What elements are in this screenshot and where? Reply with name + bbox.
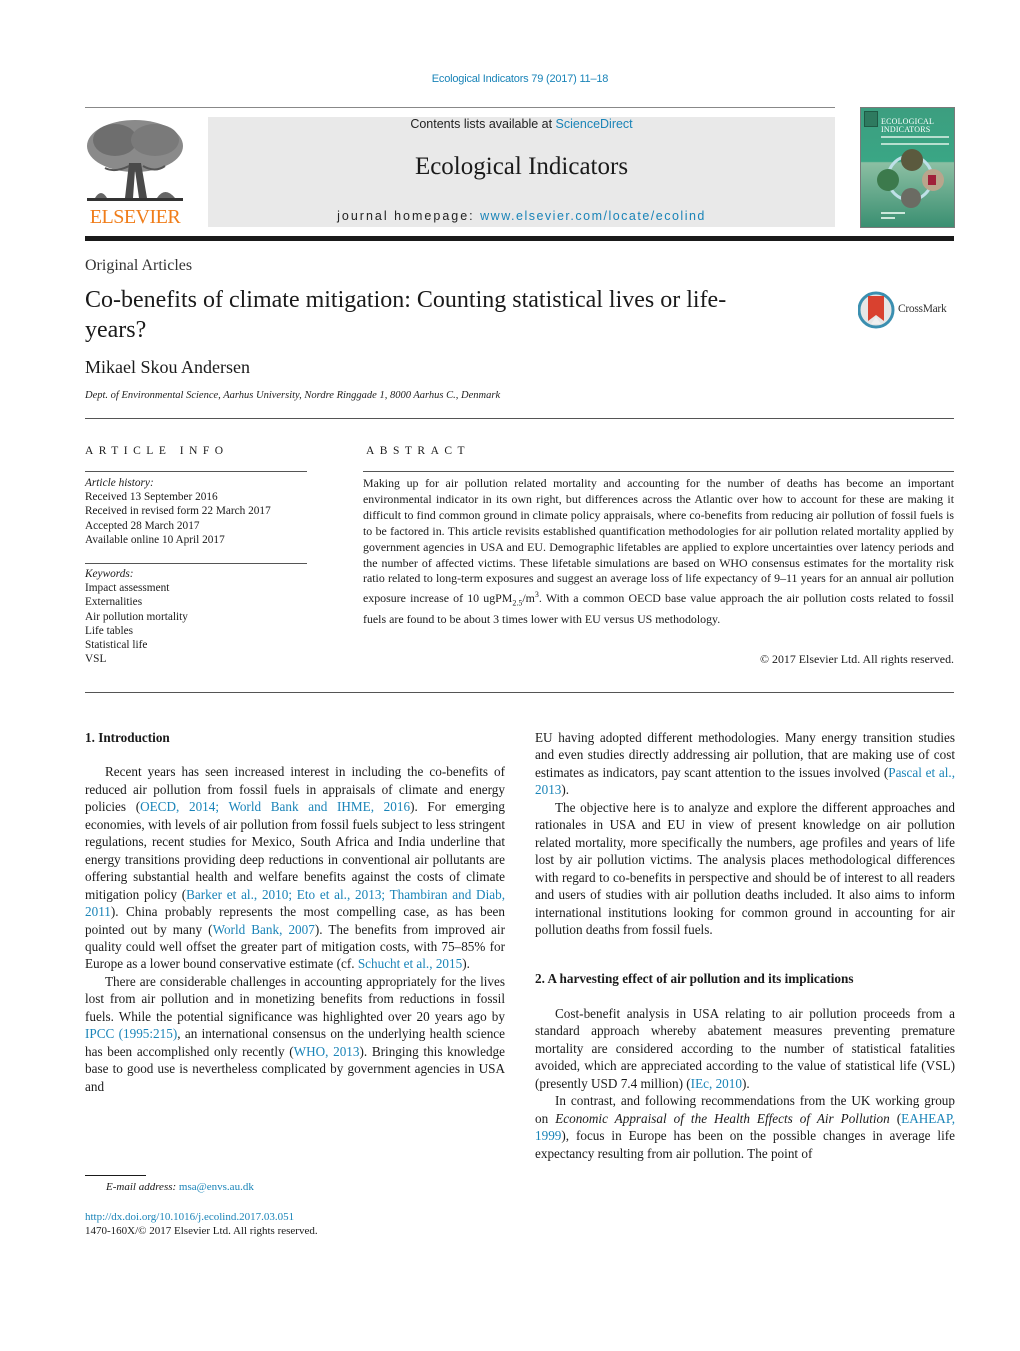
- body-column-right: EU having adopted different methodologie…: [535, 729, 955, 1162]
- body-column-left: 1. Introduction Recent years has seen in…: [85, 729, 505, 1095]
- text-run: (: [889, 1110, 902, 1126]
- cover-subtitle: [881, 136, 949, 145]
- cover-footer-line: [881, 217, 895, 219]
- tree-icon: [85, 118, 185, 206]
- history-label: Article history:: [85, 477, 154, 489]
- header-thick-divider: [85, 236, 954, 241]
- footnote-email: E-mail address: msa@envs.au.dk: [106, 1181, 254, 1193]
- elsevier-wordmark: ELSEVIER: [89, 206, 181, 228]
- keywords: Keywords: Impact assessment Externalitie…: [85, 567, 188, 666]
- paragraph: In contrast, and following recommendatio…: [535, 1092, 955, 1162]
- keyword: Externalities: [85, 596, 143, 609]
- email-label: E-mail address:: [106, 1181, 179, 1193]
- abstract-text: Making up for air pollution related mort…: [363, 476, 954, 628]
- history-item: Available online 10 April 2017: [85, 533, 225, 546]
- elsevier-logo[interactable]: ELSEVIER: [85, 118, 185, 228]
- divider: [85, 692, 954, 693]
- issn-copyright: 1470-160X/© 2017 Elsevier Ltd. All right…: [85, 1225, 318, 1237]
- history-item: Accepted 28 March 2017: [85, 519, 200, 532]
- section-heading: 2. A harvesting effect of air pollution …: [535, 971, 854, 987]
- cover-publisher-mark: [864, 111, 878, 127]
- article-title: Co-benefits of climate mitigation: Count…: [85, 287, 727, 343]
- paragraph: Cost-benefit analysis in USA relating to…: [535, 1005, 955, 1092]
- author-name[interactable]: Mikael Skou Andersen: [85, 357, 250, 378]
- section-heading: 1. Introduction: [85, 730, 170, 745]
- crossmark-label: CrossMark: [898, 303, 947, 315]
- keyword: Life tables: [85, 624, 133, 637]
- contents-line: Contents lists available at ScienceDirec…: [208, 117, 835, 131]
- cover-image: [877, 149, 944, 208]
- text-run: ).: [741, 1075, 750, 1091]
- text-run: ).: [561, 782, 570, 798]
- text-run: ), focus in Europe has been on the possi…: [535, 1128, 955, 1161]
- keyword: Air pollution mortality: [85, 610, 188, 623]
- journal-header-box: Contents lists available at ScienceDirec…: [208, 117, 835, 227]
- abstract-text-part: /m: [522, 591, 535, 606]
- article-type: Original Articles: [85, 257, 193, 274]
- journal-citation[interactable]: Ecological Indicators 79 (2017) 11–18: [0, 73, 1020, 85]
- abstract-heading: ABSTRACT: [366, 445, 471, 457]
- citation-link[interactable]: IPCC (1995:215): [85, 1026, 177, 1041]
- italic-text: Economic Appraisal of the Health Effects…: [555, 1110, 890, 1126]
- citation-link[interactable]: World Bank, 2007: [213, 922, 315, 937]
- homepage-link[interactable]: www.elsevier.com/locate/ecolind: [480, 209, 706, 223]
- text-run: The objective here is to analyze and exp…: [535, 799, 955, 937]
- keyword: Statistical life: [85, 639, 148, 652]
- footnote-divider: [85, 1175, 146, 1176]
- keyword: Impact assessment: [85, 582, 170, 595]
- divider: [85, 563, 307, 564]
- abstract-text-part: Making up for air pollution related mort…: [363, 476, 954, 606]
- keyword: VSL: [85, 653, 107, 666]
- cover-title-line2: INDICATORS: [881, 125, 931, 134]
- paragraph: There are considerable challenges in acc…: [85, 973, 505, 1095]
- divider: [85, 418, 954, 419]
- divider: [363, 471, 954, 472]
- article-history: Article history: Received 13 September 2…: [85, 476, 271, 547]
- crossmark-icon: [858, 291, 895, 329]
- cover-title: ECOLOGICAL INDICATORS: [881, 118, 934, 134]
- keywords-label: Keywords:: [85, 568, 134, 580]
- sciencedirect-link[interactable]: ScienceDirect: [556, 117, 633, 131]
- email-link[interactable]: msa@envs.au.dk: [179, 1181, 254, 1193]
- paragraph: The objective here is to analyze and exp…: [535, 799, 955, 939]
- journal-cover[interactable]: ECOLOGICAL INDICATORS: [860, 107, 955, 228]
- citation-link[interactable]: Schucht et al., 2015: [358, 956, 462, 971]
- divider: [85, 471, 307, 472]
- abstract-copyright: © 2017 Elsevier Ltd. All rights reserved…: [760, 652, 954, 666]
- article-info-heading: ARTICLE INFO: [85, 445, 229, 457]
- paragraph: Recent years has seen increased interest…: [85, 763, 505, 972]
- author-affiliation: Dept. of Environmental Science, Aarhus U…: [85, 390, 501, 401]
- homepage-line: journal homepage: www.elsevier.com/locat…: [208, 209, 835, 223]
- citation-link[interactable]: OECD, 2014; World Bank and IHME, 2016: [140, 799, 410, 814]
- homepage-prefix: journal homepage:: [337, 209, 481, 223]
- contents-prefix: Contents lists available at: [410, 117, 556, 131]
- abstract-subscript: 2.5: [512, 598, 523, 608]
- cover-footer-line: [881, 212, 905, 214]
- citation-link[interactable]: WHO, 2013: [294, 1044, 360, 1059]
- history-item: Received in revised form 22 March 2017: [85, 505, 271, 518]
- divider: [85, 107, 835, 108]
- paragraph: EU having adopted different methodologie…: [535, 729, 955, 799]
- doi-link[interactable]: http://dx.doi.org/10.1016/j.ecolind.2017…: [85, 1211, 294, 1223]
- text-run: ).: [462, 956, 470, 972]
- history-item: Received 13 September 2016: [85, 491, 218, 504]
- crossmark-button[interactable]: CrossMark: [858, 291, 958, 331]
- text-run: There are considerable challenges in acc…: [85, 973, 505, 1024]
- citation-link[interactable]: IEc, 2010: [691, 1076, 742, 1091]
- journal-name: Ecological Indicators: [414, 153, 629, 180]
